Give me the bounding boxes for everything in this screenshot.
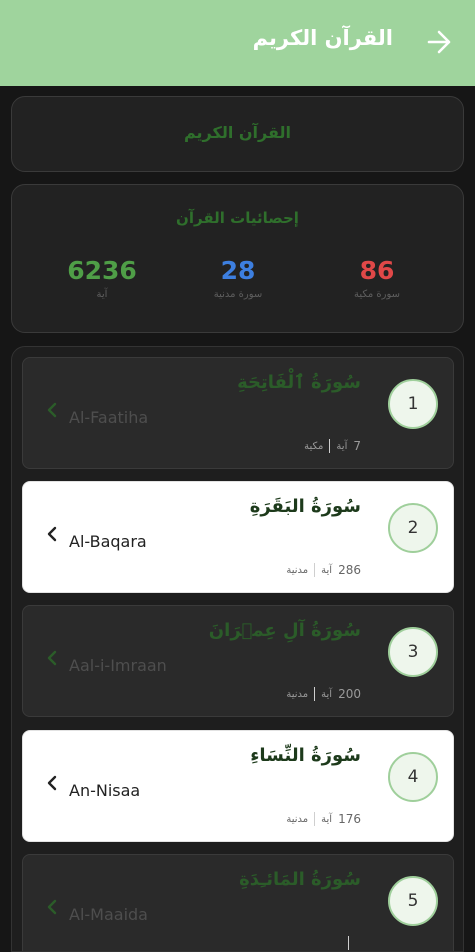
surah-ayah-count: 176 <box>338 812 361 826</box>
stat-madani-value: 28 <box>220 256 256 285</box>
meta-divider <box>348 936 349 950</box>
surah-item[interactable]: 5 سُورَةُ المَائـِدَةِ Al-Maaida <box>22 854 454 951</box>
surah-english-name: Al-Faatiha <box>69 408 149 427</box>
surah-english-name: Al-Baqara <box>69 532 147 551</box>
chevron-left-icon <box>47 402 57 418</box>
surah-english-name: Aal-i-Imraan <box>69 656 167 675</box>
surah-number-badge: 1 <box>388 379 438 429</box>
chevron-left-icon <box>47 650 57 666</box>
surah-meta <box>342 936 361 950</box>
meta-divider <box>314 812 316 826</box>
surah-number-badge: 2 <box>388 503 438 553</box>
stat-makki-caption: سورة مكية <box>353 289 401 300</box>
surah-ayah-word: آية <box>336 440 348 452</box>
meta-divider <box>329 439 331 453</box>
surah-ayah-count: 7 <box>353 439 361 453</box>
stat-ayat-caption: آية <box>96 289 108 300</box>
arrow-back-icon[interactable] <box>425 28 453 56</box>
surah-ayah-word: آية <box>321 564 333 576</box>
meta-divider <box>314 563 316 577</box>
surah-number-badge: 5 <box>388 876 438 926</box>
surah-meta: 200 آية مدنية <box>286 687 361 701</box>
surah-item[interactable]: 1 سُورَةُ ٱلْفَاتِحَةِ Al-Faatiha 7 آية … <box>22 357 454 469</box>
app-title: القرآن الكريم <box>252 26 393 50</box>
surah-number-badge: 3 <box>388 627 438 677</box>
surah-list[interactable]: 1 سُورَةُ ٱلْفَاتِحَةِ Al-Faatiha 7 آية … <box>11 346 464 952</box>
chevron-left-icon <box>47 775 57 791</box>
surah-meta: 286 آية مدنية <box>286 563 361 577</box>
surah-type: مدنية <box>286 813 309 825</box>
surah-arabic-name: سُورَةُ المَائـِدَةِ <box>239 869 361 890</box>
stat-makki: 86 سورة مكية <box>322 255 432 300</box>
stat-makki-value: 86 <box>359 256 395 285</box>
app-bar: القرآن الكريم <box>0 0 475 86</box>
stat-ayat: 6236 آية <box>47 255 157 300</box>
surah-meta: 176 آية مدنية <box>286 812 361 826</box>
surah-item[interactable]: 3 سُورَةُ آلِ عِمۡرَانَ Aal-i-Imraan 200… <box>22 605 454 717</box>
surah-ayah-word: آية <box>321 688 333 700</box>
surah-arabic-name: سُورَةُ البَقَرَةِ <box>249 496 361 517</box>
quran-card[interactable]: القرآن الكريم <box>11 96 464 172</box>
surah-type: مدنية <box>286 564 309 576</box>
stats-card: إحصائيات القرآن 6236 آية 28 سورة مدنية 8… <box>11 184 464 333</box>
surah-meta: 7 آية مكية <box>304 439 361 453</box>
chevron-left-icon <box>47 899 57 915</box>
meta-divider <box>314 687 316 701</box>
stats-heading: إحصائيات القرآن <box>176 209 299 227</box>
stat-madani-caption: سورة مدنية <box>213 289 263 300</box>
surah-ayah-word: آية <box>321 813 333 825</box>
surah-type: مدنية <box>286 688 309 700</box>
surah-arabic-name: سُورَةُ النِّسَاءِ <box>250 745 361 766</box>
stat-ayat-value: 6236 <box>67 256 137 285</box>
surah-ayah-count: 200 <box>338 687 361 701</box>
surah-number-badge: 4 <box>388 752 438 802</box>
surah-item[interactable]: 4 سُورَةُ النِّسَاءِ An-Nisaa 176 آية مد… <box>22 730 454 842</box>
surah-type: مكية <box>304 440 324 452</box>
surah-arabic-name: سُورَةُ آلِ عِمۡرَانَ <box>208 620 361 641</box>
surah-arabic-name: سُورَةُ ٱلْفَاتِحَةِ <box>237 372 361 393</box>
surah-english-name: Al-Maaida <box>69 905 148 924</box>
surah-ayah-count: 286 <box>338 563 361 577</box>
quran-card-label: القرآن الكريم <box>184 123 291 142</box>
surah-english-name: An-Nisaa <box>69 781 141 800</box>
stat-madani: 28 سورة مدنية <box>183 255 293 300</box>
chevron-left-icon <box>47 526 57 542</box>
surah-item[interactable]: 2 سُورَةُ البَقَرَةِ Al-Baqara 286 آية م… <box>22 481 454 593</box>
